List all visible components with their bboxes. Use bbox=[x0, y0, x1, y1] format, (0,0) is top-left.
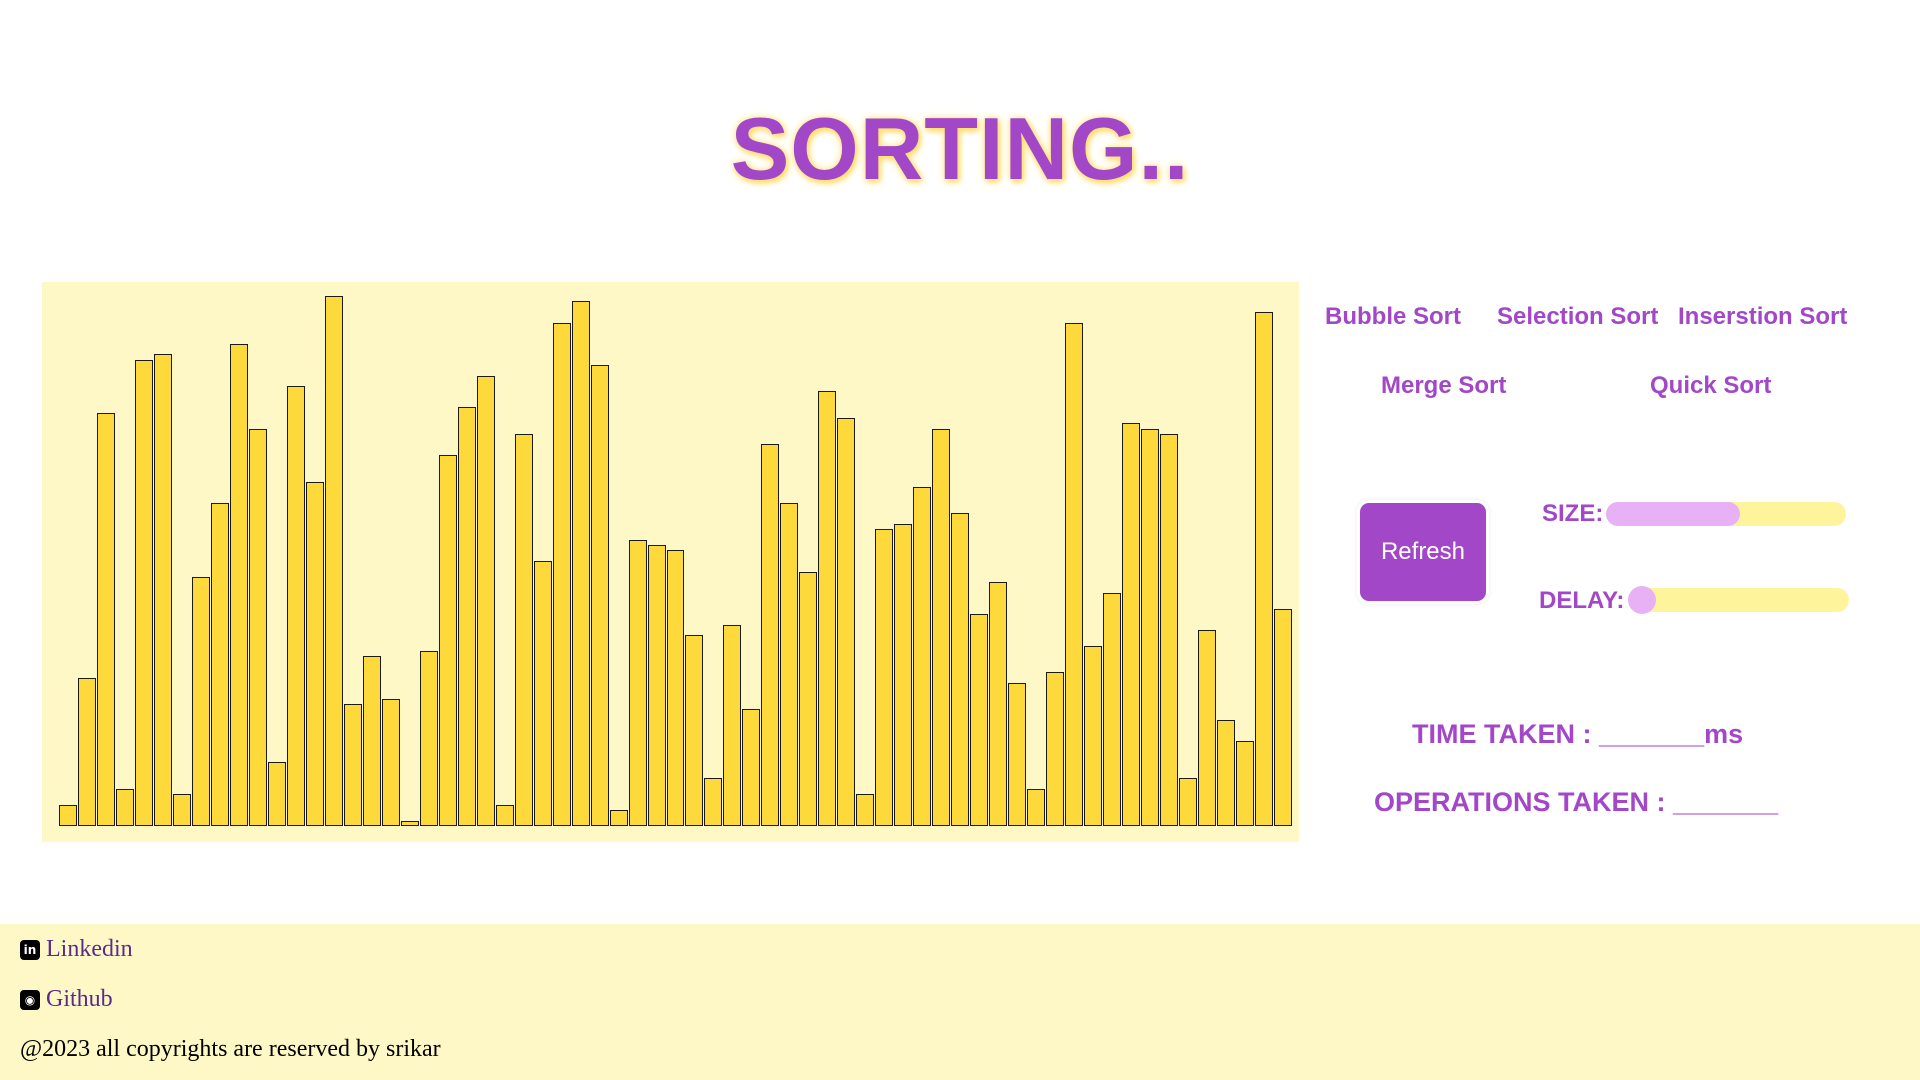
array-bar bbox=[1179, 778, 1198, 826]
array-bar bbox=[59, 804, 77, 826]
array-bar bbox=[799, 571, 818, 826]
array-bar bbox=[77, 677, 96, 826]
array-bar bbox=[970, 614, 989, 826]
array-bar bbox=[837, 417, 856, 826]
array-bar bbox=[343, 704, 362, 826]
array-bar bbox=[134, 359, 153, 826]
sort-visualizer-panel bbox=[42, 282, 1299, 842]
array-bar bbox=[172, 794, 191, 826]
array-bar bbox=[628, 539, 647, 826]
array-bar bbox=[457, 407, 476, 826]
array-bar bbox=[666, 550, 685, 826]
github-link[interactable]: ◉ Github bbox=[20, 986, 113, 1013]
array-bar bbox=[685, 635, 704, 826]
array-bar bbox=[951, 513, 970, 826]
array-bar bbox=[1103, 592, 1122, 826]
array-bar bbox=[191, 576, 210, 826]
quick-sort-button[interactable]: Quick Sort bbox=[1650, 372, 1771, 400]
array-bar bbox=[989, 582, 1008, 826]
array-bar bbox=[913, 486, 932, 826]
array-bar bbox=[1255, 311, 1273, 826]
array-bar bbox=[476, 375, 495, 826]
array-bar bbox=[153, 354, 172, 826]
array-bar bbox=[419, 651, 438, 826]
array-bar bbox=[1160, 433, 1179, 826]
delay-slider-thumb[interactable] bbox=[1628, 586, 1656, 614]
array-bar bbox=[1236, 741, 1255, 826]
array-bar bbox=[723, 624, 742, 826]
array-bar bbox=[571, 301, 590, 826]
array-bar bbox=[1027, 788, 1046, 826]
array-bar bbox=[1141, 428, 1160, 826]
array-bar bbox=[1046, 672, 1065, 826]
array-bar bbox=[381, 698, 400, 826]
linkedin-label: Linkedin bbox=[46, 936, 133, 962]
size-label: SIZE: bbox=[1542, 500, 1604, 527]
array-bar bbox=[704, 778, 723, 826]
bubble-sort-button[interactable]: Bubble Sort bbox=[1325, 303, 1461, 331]
array-bar bbox=[96, 412, 115, 826]
array-bar bbox=[229, 343, 248, 826]
array-bar bbox=[552, 322, 571, 826]
array-bar bbox=[1198, 629, 1217, 826]
array-bar bbox=[856, 794, 875, 826]
array-bar bbox=[210, 502, 229, 826]
github-icon: ◉ bbox=[20, 989, 40, 1010]
array-bar bbox=[875, 529, 894, 826]
delay-slider[interactable] bbox=[1628, 586, 1849, 614]
array-bar bbox=[647, 545, 666, 826]
linkedin-icon: in bbox=[20, 939, 40, 960]
array-bar bbox=[818, 391, 837, 826]
array-bar bbox=[495, 804, 514, 826]
size-slider-fill bbox=[1606, 502, 1741, 526]
linkedin-link[interactable]: in Linkedin bbox=[20, 936, 133, 963]
array-bar bbox=[514, 433, 533, 826]
selection-sort-button[interactable]: Selection Sort bbox=[1497, 303, 1658, 331]
array-bar bbox=[609, 810, 628, 826]
array-bar bbox=[742, 709, 761, 826]
array-bar bbox=[115, 788, 134, 826]
size-slider[interactable] bbox=[1606, 502, 1846, 526]
bar-container bbox=[59, 282, 1293, 826]
array-bar bbox=[400, 820, 419, 826]
array-bar bbox=[267, 762, 286, 826]
array-bar bbox=[894, 523, 913, 826]
array-bar bbox=[1217, 720, 1236, 826]
array-bar bbox=[1274, 608, 1292, 826]
operations-taken-text: OPERATIONS TAKEN : _______ bbox=[1374, 787, 1779, 817]
array-bar bbox=[932, 428, 951, 826]
array-bar bbox=[780, 502, 799, 826]
array-bar bbox=[1008, 682, 1027, 826]
insertion-sort-button[interactable]: Inserstion Sort bbox=[1678, 303, 1847, 331]
refresh-button[interactable]: Refresh bbox=[1357, 500, 1489, 604]
time-taken-text: TIME TAKEN : _______ms bbox=[1412, 719, 1744, 749]
page-title: SORTING.. bbox=[730, 99, 1190, 198]
array-bar bbox=[305, 481, 324, 826]
array-bar bbox=[1084, 645, 1103, 826]
delay-label: DELAY: bbox=[1539, 587, 1625, 614]
array-bar bbox=[533, 561, 552, 826]
array-bar bbox=[1122, 423, 1141, 826]
array-bar bbox=[438, 455, 457, 826]
array-bar bbox=[286, 386, 305, 826]
github-label: Github bbox=[46, 986, 113, 1012]
merge-sort-button[interactable]: Merge Sort bbox=[1381, 372, 1506, 400]
array-bar bbox=[590, 364, 609, 826]
array-bar bbox=[248, 428, 267, 826]
footer: in Linkedin ◉ Github @2023 all copyright… bbox=[0, 924, 1920, 1080]
array-bar bbox=[1065, 322, 1084, 826]
array-bar bbox=[362, 656, 381, 826]
copyright-text: @2023 all copyrights are reserved by sri… bbox=[20, 1036, 441, 1062]
array-bar bbox=[324, 296, 343, 826]
array-bar bbox=[761, 444, 780, 826]
